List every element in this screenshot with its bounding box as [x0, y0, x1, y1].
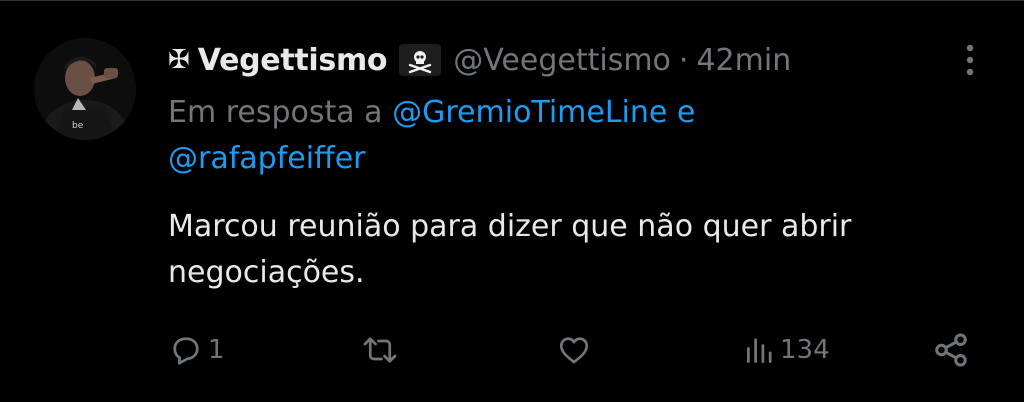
maltese-cross-symbol: ✠ — [168, 45, 190, 75]
reply-icon — [168, 332, 204, 368]
reply-button[interactable]: 1 — [168, 322, 225, 378]
avatar[interactable]: be — [34, 38, 136, 140]
svg-text:be: be — [72, 121, 84, 131]
share-button[interactable] — [932, 322, 970, 378]
heart-icon — [556, 332, 592, 368]
pirate-flag-icon — [399, 44, 442, 76]
retweet-icon — [360, 332, 400, 368]
reply-count: 1 — [208, 335, 225, 365]
display-name[interactable]: Vegettismo — [198, 43, 388, 78]
reply-conjunction: e — [676, 95, 696, 130]
tweet-header: ✠ Vegettismo @Veegettismo · 42min — [168, 38, 791, 82]
views-button[interactable]: 134 — [744, 322, 830, 378]
more-vertical-icon[interactable] — [956, 40, 984, 80]
reply-mention-rafapfeiffer[interactable]: @rafapfeiffer — [168, 141, 366, 176]
top-divider — [0, 0, 1024, 1]
like-button[interactable] — [556, 322, 596, 378]
reply-mention-gremio[interactable]: @GremioTimeLine — [392, 95, 667, 130]
user-handle[interactable]: @Veegettismo — [453, 43, 671, 78]
reply-context: Em resposta a @GremioTimeLine e @rafapfe… — [168, 90, 928, 182]
timestamp[interactable]: 42min — [696, 43, 791, 78]
views-count: 134 — [780, 335, 830, 365]
tweet-text-line: negociações. — [168, 255, 365, 290]
share-icon — [932, 331, 970, 369]
retweet-button[interactable] — [360, 322, 404, 378]
tweet-text-line: Marcou reunião para dizer que não quer a… — [168, 209, 852, 244]
views-bar-chart-icon — [744, 332, 776, 368]
tweet-text: Marcou reunião para dizer que não quer a… — [168, 204, 998, 296]
action-bar: 1 134 — [0, 322, 1024, 378]
reply-prefix: Em resposta a — [168, 95, 383, 130]
separator-dot: · — [678, 42, 689, 78]
